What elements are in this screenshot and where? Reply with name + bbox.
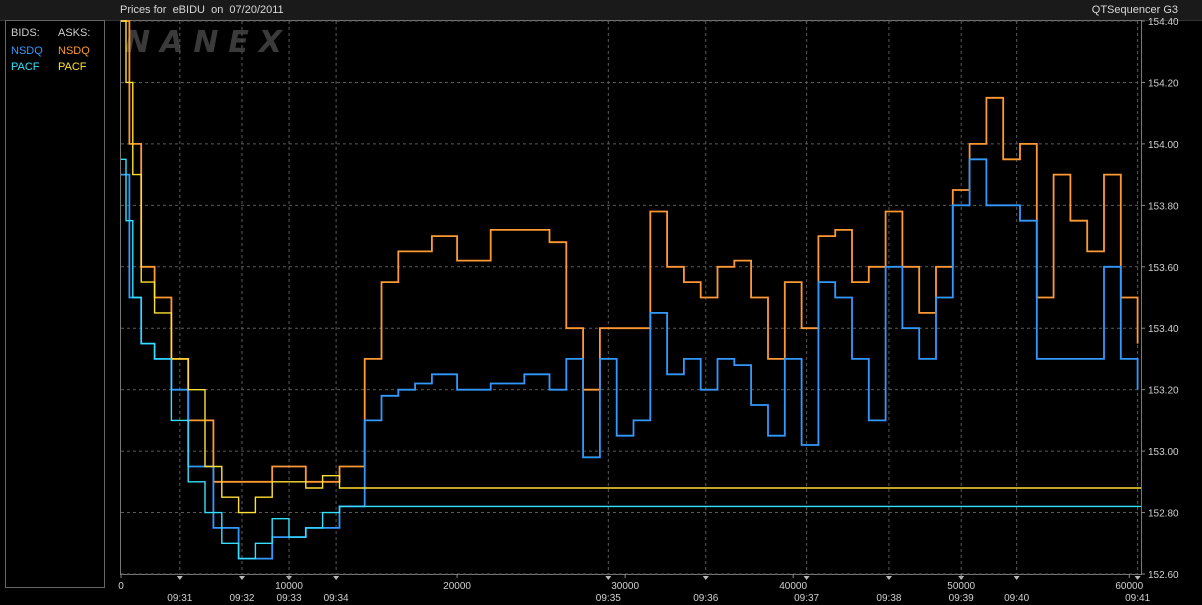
time-marker: [885, 576, 892, 580]
y-tick-label: 153.40: [1148, 324, 1179, 335]
x-tick-label: 10000: [275, 581, 303, 592]
x-tick-label: 30000: [611, 581, 639, 592]
time-tick-label: 09:31: [167, 593, 192, 604]
x-tick-label: 50000: [947, 581, 975, 592]
time-marker: [238, 576, 245, 580]
series-bid-pacf: [121, 158, 1141, 560]
time-marker: [1134, 576, 1141, 580]
x-tick-label: 20000: [443, 581, 471, 592]
price-chart: NANEX 152.60 152.80 153.00 153.20 153.40 153.6…: [118, 17, 1179, 604]
time-marker: [1013, 576, 1020, 580]
x-tick-label: 40000: [779, 581, 807, 592]
time-marker: [333, 576, 340, 580]
time-tick-label: 09:38: [876, 593, 901, 604]
y-tick-label: 152.80: [1148, 509, 1179, 520]
series-ask-nsdq: [121, 20, 1139, 483]
time-marker: [176, 576, 183, 580]
y-tick-label: 153.80: [1148, 201, 1179, 212]
watermark-text: NANEX: [125, 25, 292, 60]
y-tick-label: 152.60: [1148, 570, 1179, 581]
x-tick-label: 60000: [1115, 581, 1143, 592]
time-tick-label: 09:32: [229, 593, 254, 604]
time-tick-label: 09:35: [596, 593, 621, 604]
time-tick-label: 09:34: [324, 593, 349, 604]
y-tick-label: 154.40: [1148, 17, 1179, 28]
x-tick-label: 0: [118, 581, 124, 592]
time-tick-label: 09:39: [949, 593, 974, 604]
time-tick-label: 09:41: [1125, 593, 1150, 604]
y-tick-label: 153.60: [1148, 263, 1179, 274]
time-marker: [605, 576, 612, 580]
y-tick-label: 154.00: [1148, 140, 1179, 151]
y-tick-label: 154.20: [1148, 78, 1179, 89]
time-marker: [702, 576, 709, 580]
y-tick-label: 153.00: [1148, 447, 1179, 458]
y-tick-label: 153.20: [1148, 386, 1179, 397]
time-tick-label: 09:36: [693, 593, 718, 604]
time-marker: [803, 576, 810, 580]
series-bid-nsdq: [121, 158, 1139, 560]
time-tick-label: 09:33: [277, 593, 302, 604]
time-tick-label: 09:37: [794, 593, 819, 604]
time-tick-label: 09:40: [1004, 593, 1029, 604]
